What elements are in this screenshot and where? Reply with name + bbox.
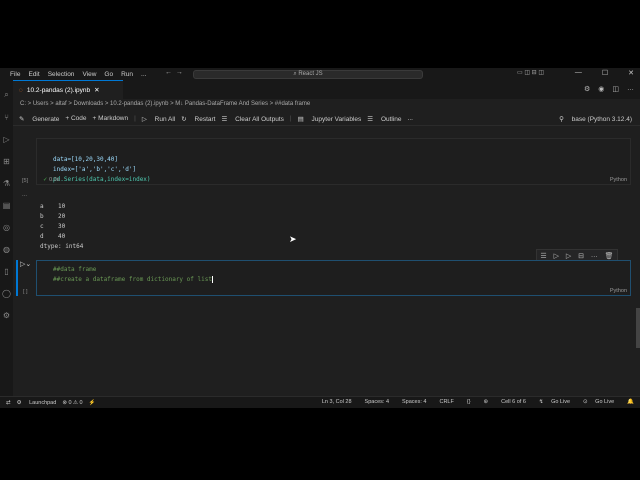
copilot-icon[interactable]: ◉ [598,85,604,93]
toolbar-more-button[interactable]: ... [408,115,413,122]
cell-1-code[interactable]: data=[10,20,30,40] index=['a','b','c','d'… [53,145,151,185]
layout-icons[interactable]: ▭ ◫ ⊟ ◫ [517,69,544,76]
status-bar: ⇄ ⚙ Launchpad ⊗ 0 ⚠ 0 ⚡ Ln 3, Col 28 Spa… [0,396,640,408]
go-live-button-2[interactable]: ⊙ Go Live [583,399,614,405]
menu-run[interactable]: Run [121,71,133,78]
cell-language[interactable]: Python [610,177,627,183]
breadcrumb[interactable]: C: > Users > altaf > Downloads > 10.2-pa… [20,101,310,107]
close-tab-icon[interactable]: ✕ [94,86,99,94]
activity-bar: ⌕ ⑂ ▷ ⊞ ⚗ ▤ ◎ ◍ ▯ ◯ ⚙ [0,80,13,396]
go-live-button-1[interactable]: ↯ Go Live [539,399,570,405]
cell-language[interactable]: Python [610,288,627,294]
line-ending[interactable]: CRLF [439,399,453,405]
add-markdown-button[interactable]: + Markdown [93,115,129,122]
run-all-button[interactable]: ▷ Run All [142,115,175,123]
account-icon[interactable]: ◯ [2,289,11,298]
execute-above-icon[interactable]: ▷ [554,252,559,260]
minimize-button[interactable]: — [575,69,582,77]
scrollbar[interactable] [636,308,640,348]
cell-indicator[interactable]: Cell 6 of 6 [501,399,526,405]
command-center-search[interactable]: ⌕ React JS [193,70,423,79]
add-code-button[interactable]: + Code [65,115,86,122]
exec-count: [5] [22,178,29,184]
copilot-icon[interactable]: ⊛ [484,399,489,405]
split-editor-icon[interactable]: ◫ [612,85,619,93]
debug-icon[interactable]: ▷ [3,135,9,144]
title-bar: File Edit Selection View Go Run ... ← → … [0,68,640,80]
delete-icon[interactable]: 🗑 [605,252,614,260]
indentation-2[interactable]: Spaces: 4 [402,399,426,405]
generate-button[interactable]: ✎ Generate [19,115,59,123]
more-icon[interactable]: … [591,252,598,259]
exec-count: [ ] [23,289,28,295]
outline-button[interactable]: ☰ Outline [367,115,401,123]
tab-title: 10.2-pandas (2).ipynb [26,86,91,94]
search-icon[interactable]: ⌕ [4,90,8,100]
source-control-icon[interactable]: ⑂ [4,113,9,122]
settings-gear-icon[interactable]: ⚙ [3,311,10,320]
exec-success-icon: ✓ 0.0s [43,177,60,183]
jupyter-variables-button[interactable]: ▤ Jupyter Variables [298,115,362,123]
exec-time: 0.0s [49,177,60,183]
remote-icon[interactable]: ⇄ [6,400,11,406]
vscode-window: File Edit Selection View Go Run ... ← → … [0,68,640,408]
restart-button[interactable]: ↻ Restart [181,115,215,123]
indentation-1[interactable]: Spaces: 4 [365,399,389,405]
testing-icon[interactable]: ⚗ [3,179,10,188]
file-icon[interactable]: ▯ [4,267,8,276]
output-more[interactable]: ... [22,192,27,198]
remote-icon[interactable]: ◎ [3,223,10,232]
mouse-cursor: ➤ [289,234,297,244]
menu-file[interactable]: File [10,71,20,78]
live-share-icon[interactable]: ◍ [3,245,10,254]
run-cell-icon[interactable]: ▷⌄ [20,260,31,268]
jupyter-icon: ◌ [19,86,23,94]
menu-edit[interactable]: Edit [28,71,39,78]
execute-below-icon[interactable]: ▷ [566,252,571,260]
cell-2-code[interactable]: ##data frame ##create a dataframe from di… [53,265,213,285]
split-cell-icon[interactable]: ⊟ [578,252,584,260]
ports-icon[interactable]: ⚡ [89,400,96,406]
clear-outputs-button[interactable]: ☰ Clear All Outputs [221,115,283,123]
kernel-picker[interactable]: ⚲ base (Python 3.12.4) [559,115,632,123]
maximize-button[interactable]: ☐ [602,69,608,77]
close-button[interactable]: ✕ [628,69,634,77]
problems-indicator[interactable]: ⊗ 0 ⚠ 0 [62,400,82,406]
menu-view[interactable]: View [82,71,96,78]
search-text: React JS [298,71,323,77]
cell-1-output: a 10 b 20 c 30 d 40 dtype: int64 [40,203,84,250]
cursor-position[interactable]: Ln 3, Col 28 [322,399,352,405]
menu-go[interactable]: Go [104,71,113,78]
code-cell-1[interactable]: data=[10,20,30,40] index=['a','b','c','d'… [36,138,631,185]
notifications-icon[interactable]: 🔔 [627,399,634,405]
launchpad-button[interactable]: ⚙ Launchpad [17,400,57,406]
tab-notebook[interactable]: ◌ 10.2-pandas (2).ipynb ✕ [13,80,123,99]
language-mode[interactable]: {} [467,399,471,405]
nav-arrows[interactable]: ← → [165,69,183,76]
more-icon[interactable]: … [627,85,634,93]
cell-focus-indicator [16,260,18,296]
menu-selection[interactable]: Selection [48,71,75,78]
run-by-line-icon[interactable]: ☰ [540,252,546,260]
code-cell-2[interactable]: ##data frame ##create a dataframe from di… [36,260,631,296]
menu-more[interactable]: ... [141,71,146,78]
gear-icon[interactable]: ⚙ [584,85,590,93]
folder-icon[interactable]: ▤ [3,201,11,210]
extensions-icon[interactable]: ⊞ [3,157,10,166]
tab-bar: ◌ 10.2-pandas (2).ipynb ✕ ⚙ ◉ ◫ … [13,80,640,99]
notebook-toolbar: ✎ Generate + Code + Markdown | ▷ Run All… [13,112,640,126]
